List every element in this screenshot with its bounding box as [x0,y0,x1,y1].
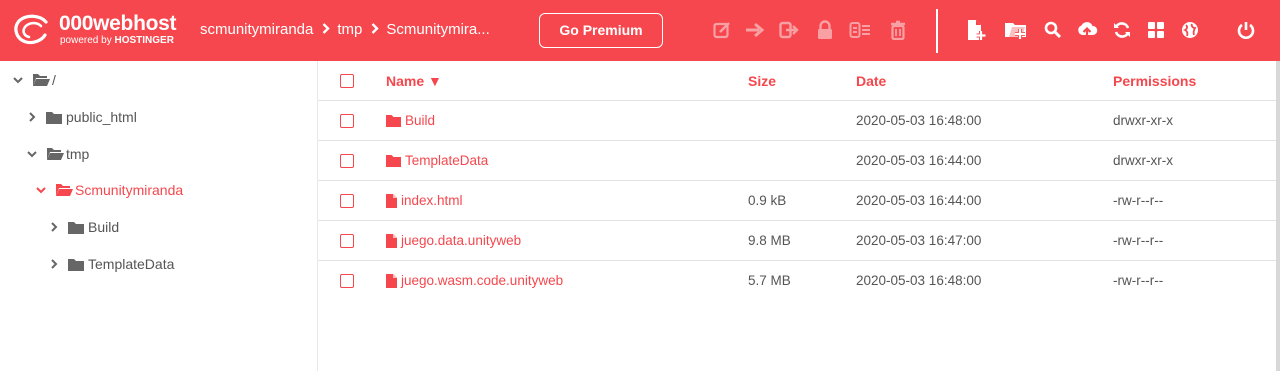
table-row[interactable]: Build 2020-05-03 16:48:00 drwxr-xr-x [318,101,1276,141]
folder-icon [386,155,401,167]
file-size: 0.9 kB [748,193,787,208]
select-all-checkbox[interactable] [340,74,354,88]
refresh-icon[interactable] [1110,18,1134,42]
file-date: 2020-05-03 16:44:00 [856,153,982,168]
chevron-down-icon[interactable] [12,74,24,86]
file-icon [386,274,397,288]
file-permissions[interactable]: -rw-r--r-- [1113,181,1163,221]
tree-item-label: / [52,72,56,88]
file-name: Build [405,113,436,128]
folder-icon [68,257,86,271]
chevron-right-icon [371,20,380,40]
folder-icon [68,220,86,234]
tree-item-label: Scmunitymiranda [75,182,184,198]
tree-item-label: TemplateData [88,256,175,272]
chevron-right-icon[interactable] [48,221,60,233]
tree-item-templatedata[interactable]: TemplateData [48,253,174,275]
toolbar-divider [936,9,938,53]
breadcrumb-item-tmp[interactable]: tmp [337,20,362,40]
vertical-scrollbar[interactable] [1276,61,1280,371]
file-name-cell[interactable]: index.html [386,181,463,221]
rename-icon[interactable] [777,18,801,42]
file-name-cell[interactable]: Build [386,101,435,141]
edit-icon[interactable] [710,18,734,42]
folder-open-icon [32,73,50,87]
move-icon[interactable] [743,18,767,42]
file-permissions[interactable]: drwxr-xr-x [1113,141,1173,181]
view-grid-icon[interactable] [1144,18,1168,42]
file-name: juego.data.unityweb [401,233,522,248]
file-icon [386,194,397,208]
breadcrumb: scmunitymiranda tmp Scmunitymira... [200,20,490,40]
brand-subtitle: powered by HOSTINGER [60,35,174,46]
file-permissions[interactable]: -rw-r--r-- [1113,261,1163,301]
file-name-cell[interactable]: juego.data.unityweb [386,221,521,261]
table-header: Name ▼ Size Date Permissions [318,61,1276,101]
file-date: 2020-05-03 16:47:00 [856,233,982,248]
file-name-cell[interactable]: TemplateData [386,141,488,181]
tree-item-scmunitymiranda[interactable]: Scmunitymiranda [35,179,183,201]
file-permissions[interactable]: drwxr-xr-x [1113,101,1173,141]
folder-tree-sidebar: / public_html tmp Scmunitymiranda Build … [0,61,318,371]
file-date: 2020-05-03 16:48:00 [856,113,982,128]
table-row[interactable]: juego.data.unityweb 9.8 MB 2020-05-03 16… [318,221,1276,261]
chevron-right-icon[interactable] [48,258,60,270]
top-bar: 000webhost powered by HOSTINGER scmunity… [0,0,1280,61]
row-checkbox[interactable] [340,154,354,168]
row-checkbox[interactable] [340,274,354,288]
logo[interactable]: 000webhost powered by HOSTINGER [12,12,184,50]
breadcrumb-item-current[interactable]: Scmunitymira... [386,20,489,40]
row-checkbox[interactable] [340,234,354,248]
tree-item-root[interactable]: / [12,69,56,91]
tree-item-label: public_html [66,109,137,125]
file-name: index.html [401,193,463,208]
new-file-icon[interactable] [964,18,988,42]
folder-icon [46,110,64,124]
chevron-right-icon [322,20,331,40]
breadcrumb-item-root[interactable]: scmunitymiranda [200,20,313,40]
upload-icon[interactable] [1075,18,1099,42]
file-date: 2020-05-03 16:48:00 [856,273,982,288]
tree-item-tmp[interactable]: tmp [26,143,89,165]
folder-open-icon [55,183,73,197]
chevron-right-icon[interactable] [26,111,38,123]
file-date: 2020-05-03 16:44:00 [856,193,982,208]
tree-item-build[interactable]: Build [48,216,119,238]
file-name-cell[interactable]: juego.wasm.code.unityweb [386,261,563,301]
folder-open-icon [46,147,64,161]
chevron-down-icon[interactable] [35,184,47,196]
column-header-size[interactable]: Size [748,61,776,101]
row-checkbox[interactable] [340,114,354,128]
column-header-permissions[interactable]: Permissions [1113,61,1196,101]
folder-icon [386,115,401,127]
logo-swirl-icon [14,14,48,45]
go-premium-button[interactable]: Go Premium [539,13,663,48]
file-icon [386,234,397,248]
extract-icon[interactable] [848,18,872,42]
file-size: 5.7 MB [748,273,791,288]
brand-title: 000webhost [59,12,177,35]
lock-icon[interactable] [813,18,837,42]
file-permissions[interactable]: -rw-r--r-- [1113,221,1163,261]
column-header-date[interactable]: Date [856,61,886,101]
power-icon[interactable] [1234,18,1258,42]
tree-item-label: Build [88,219,120,235]
chevron-down-icon[interactable] [26,148,38,160]
table-row[interactable]: juego.wasm.code.unityweb 5.7 MB 2020-05-… [318,261,1276,301]
trash-icon[interactable] [886,18,910,42]
column-header-name[interactable]: Name ▼ [386,61,442,101]
row-checkbox[interactable] [340,194,354,208]
file-name: TemplateData [405,153,489,168]
tree-item-label: tmp [66,146,90,162]
tree-item-public-html[interactable]: public_html [26,106,137,128]
file-table: Name ▼ Size Date Permissions Build 2020-… [318,61,1276,371]
table-row[interactable]: index.html 0.9 kB 2020-05-03 16:44:00 -r… [318,181,1276,221]
search-icon[interactable] [1041,18,1065,42]
new-folder-icon[interactable] [1004,18,1028,42]
file-size: 9.8 MB [748,233,791,248]
globe-icon[interactable] [1178,18,1202,42]
file-name: juego.wasm.code.unityweb [401,273,564,288]
table-row[interactable]: TemplateData 2020-05-03 16:44:00 drwxr-x… [318,141,1276,181]
